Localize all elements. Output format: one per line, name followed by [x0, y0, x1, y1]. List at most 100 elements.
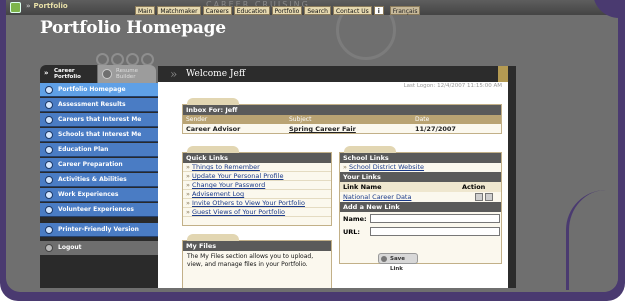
edit-icon[interactable] — [475, 193, 483, 201]
double-chevron-icon: » — [44, 69, 49, 77]
arrow-circle-icon — [45, 86, 53, 94]
sidebar-item-label: Logout — [58, 244, 82, 251]
nav-portfolio[interactable]: Portfolio — [271, 6, 303, 15]
table-row: National Career Data — [340, 192, 501, 202]
your-links-title: Your Links — [340, 172, 501, 182]
double-chevron-icon: » — [170, 67, 178, 81]
sidebar-item-label: Education Plan — [58, 146, 109, 153]
sidebar-item-assessment-results[interactable]: Assessment Results — [40, 98, 158, 112]
link-advisement-log[interactable]: Advisement Log — [192, 190, 244, 198]
nav-matchmaker[interactable]: Matchmaker — [157, 6, 201, 15]
tab-career-portfolio[interactable]: » Career Portfolio — [40, 65, 97, 83]
inbox-title: Inbox For: Jeff — [183, 105, 501, 115]
sidebar-item-activities[interactable]: Activities & Abilities — [40, 173, 158, 187]
sidebar-item-label: Printer-Friendly Version — [58, 226, 139, 233]
url-row: URL: — [340, 227, 501, 238]
link-update-profile[interactable]: Update Your Personal Profile — [192, 172, 283, 180]
message-sender: Career Advisor — [186, 125, 241, 133]
home-icon[interactable] — [10, 2, 21, 13]
info-icon[interactable]: i — [373, 6, 384, 15]
add-link-title: Add a New Link — [340, 202, 501, 212]
sidebar-item-volunteer-experiences[interactable]: Volunteer Experiences — [40, 203, 158, 217]
sidebar-item-printer-friendly[interactable]: Printer-Friendly Version — [40, 223, 158, 237]
arrow-circle-icon — [45, 191, 53, 199]
printer-icon — [45, 226, 53, 234]
sidebar: Portfolio Homepage Assessment Results Ca… — [40, 83, 158, 288]
list-item: » Change Your Password — [183, 181, 331, 190]
sidebar-item-label: Career Preparation — [58, 161, 123, 168]
main-nav: Main Matchmaker Careers Education Portfo… — [135, 6, 421, 15]
quick-links-title: Quick Links — [183, 153, 331, 163]
top-bar: » Portfolio CAREER CRUISING Main Matchmak… — [6, 0, 618, 15]
chevron-right-icon: » — [26, 2, 31, 10]
url-input[interactable] — [370, 227, 500, 236]
list-item: » Advisement Log — [183, 190, 331, 199]
nav-search[interactable]: Search — [304, 6, 331, 15]
nav-careers[interactable]: Careers — [202, 6, 232, 15]
list-item: » Guest Views of Your Portfolio — [183, 208, 331, 217]
sidebar-item-schools[interactable]: Schools that Interest Me — [40, 128, 158, 142]
sidebar-item-portfolio-homepage[interactable]: Portfolio Homepage — [40, 83, 158, 97]
name-row: Name: — [340, 214, 501, 225]
sidebar-item-career-preparation[interactable]: Career Preparation — [40, 158, 158, 172]
app-window: » Portfolio CAREER CRUISING Main Matchmak… — [6, 0, 618, 292]
school-links-title: School Links — [340, 153, 501, 163]
welcome-text: Welcome Jeff — [186, 69, 246, 79]
link-school-district[interactable]: School District Website — [349, 163, 424, 171]
header-link-name: Link Name — [343, 183, 382, 191]
nav-education[interactable]: Education — [233, 6, 270, 15]
main-content: » Welcome Jeff Last Logon: 12/4/2007 11:… — [158, 66, 508, 288]
language-toggle[interactable]: Français — [389, 6, 421, 15]
delete-icon[interactable] — [485, 193, 493, 201]
arrow-circle-icon — [45, 146, 53, 154]
sidebar-item-label: Schools that Interest Me — [58, 131, 142, 138]
my-files-panel: My Files The My Files section allows you… — [182, 234, 332, 288]
sidebar-item-label: Activities & Abilities — [58, 176, 127, 183]
welcome-tab-accent — [498, 66, 508, 82]
sidebar-item-work-experiences[interactable]: Work Experiences — [40, 188, 158, 202]
last-logon: Last Logon: 12/4/2007 11:15:00 AM — [403, 83, 502, 89]
name-label: Name: — [343, 215, 367, 223]
arrow-circle-icon — [45, 131, 53, 139]
decorative-curve — [566, 190, 618, 290]
message-date: 11/27/2007 — [415, 125, 456, 133]
tab-career-portfolio-label: Career Portfolio — [54, 68, 81, 80]
sidebar-item-label: Work Experiences — [58, 191, 119, 198]
link-invite-others[interactable]: Invite Others to View Your Portfolio — [192, 199, 305, 207]
link-change-password[interactable]: Change Your Password — [192, 181, 265, 189]
header-sender: Sender — [186, 116, 208, 123]
sidebar-item-logout[interactable]: Logout — [40, 241, 158, 255]
arrow-circle-icon — [45, 206, 53, 214]
sidebar-item-education-plan[interactable]: Education Plan — [40, 143, 158, 157]
list-item: » Invite Others to View Your Portfolio — [183, 199, 331, 208]
nav-contact-us[interactable]: Contact Us — [332, 6, 372, 15]
link-things-to-remember[interactable]: Things to Remember — [192, 163, 260, 171]
inbox-panel: Inbox For: Jeff Sender Subject Date Care… — [182, 98, 502, 134]
panel-tab — [344, 146, 396, 153]
table-row: Career Advisor Spring Career Fair 11/27/… — [183, 124, 501, 134]
arrow-circle-icon — [45, 176, 53, 184]
arrow-circle-icon — [45, 116, 53, 124]
panel-tab — [187, 146, 239, 153]
resume-icon — [102, 69, 112, 79]
sidebar-item-careers[interactable]: Careers that Interest Me — [40, 113, 158, 127]
link-national-career-data[interactable]: National Career Data — [343, 192, 411, 202]
arrow-circle-icon — [45, 161, 53, 169]
header-date: Date — [415, 116, 430, 123]
portfolio-tabs: » Career Portfolio Resume Builder — [40, 65, 158, 83]
list-item: » School District Website — [343, 163, 425, 171]
tab-resume-builder-label: Resume Builder — [116, 68, 139, 80]
link-guest-views[interactable]: Guest Views of Your Portfolio — [192, 208, 285, 216]
my-files-description: The My Files section allows you to uploa… — [187, 253, 314, 268]
inbox-header-row: Sender Subject Date — [183, 115, 501, 124]
name-input[interactable] — [370, 214, 500, 223]
sidebar-item-label: Careers that Interest Me — [58, 116, 142, 123]
page-title: Portfolio Homepage — [40, 18, 226, 38]
save-link-button[interactable]: Save Link — [378, 253, 418, 272]
message-subject-link[interactable]: Spring Career Fair — [289, 124, 356, 134]
nav-main[interactable]: Main — [135, 6, 156, 15]
tab-resume-builder[interactable]: Resume Builder — [98, 65, 156, 83]
save-icon — [381, 256, 387, 262]
sidebar-item-label: Portfolio Homepage — [58, 86, 126, 93]
arrow-circle-icon — [45, 101, 53, 109]
